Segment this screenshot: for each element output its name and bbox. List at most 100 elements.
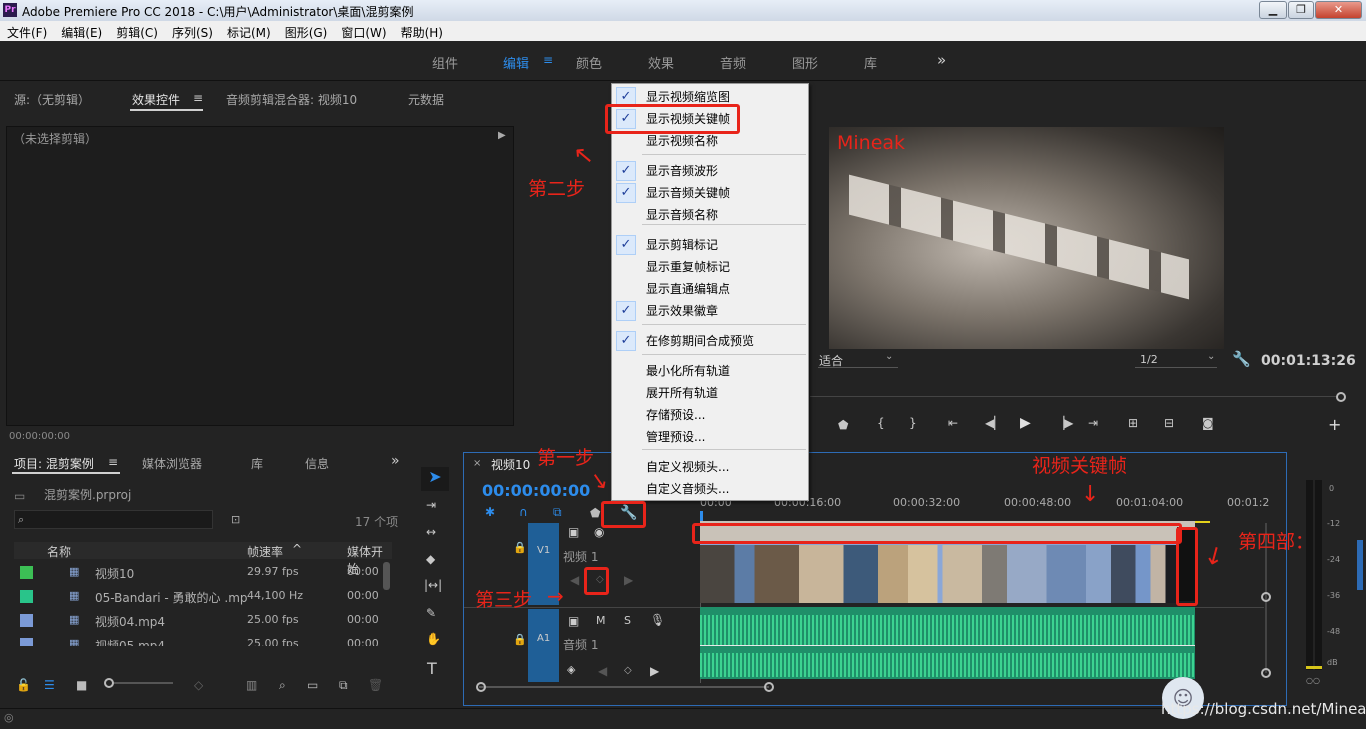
- menu-item[interactable]: 显示效果徽章: [646, 301, 718, 321]
- fit-chevron-icon[interactable]: ⌄: [885, 351, 893, 362]
- go-to-out-icon[interactable]: ⇥: [1088, 416, 1098, 430]
- new-bin-from-search-icon[interactable]: ⊡: [231, 513, 240, 526]
- menu-item[interactable]: 在修剪期间合成预览: [646, 331, 754, 351]
- scroll-right-handle[interactable]: [764, 682, 774, 692]
- menu-clip[interactable]: 剪辑(C): [109, 21, 165, 41]
- add-marker-timeline-icon[interactable]: ⬟: [590, 506, 600, 520]
- workspace-libraries[interactable]: 库: [864, 53, 877, 72]
- menu-item[interactable]: 显示剪辑标记: [646, 235, 718, 255]
- close-button[interactable]: ✕: [1315, 1, 1362, 19]
- sort-ascending-icon[interactable]: ^: [292, 542, 302, 556]
- scroll-left-handle[interactable]: [476, 682, 486, 692]
- project-scrollbar[interactable]: [383, 562, 390, 590]
- workspace-menu-icon[interactable]: ≡: [543, 53, 553, 67]
- expand-arrow-icon[interactable]: ▶: [498, 130, 506, 141]
- timeline-timecode[interactable]: 00:00:00:00: [482, 481, 590, 500]
- icon-view-icon[interactable]: ■: [76, 678, 87, 692]
- tab-effect-controls[interactable]: 效果控件: [132, 91, 180, 108]
- ripple-edit-tool-icon[interactable]: ↔: [426, 525, 436, 539]
- add-marker-icon[interactable]: ⬟: [838, 418, 848, 432]
- menu-item[interactable]: 自定义视频头...: [646, 457, 729, 477]
- audio-clip[interactable]: [700, 607, 1195, 679]
- a1-add-keyframe-icon[interactable]: ◇: [624, 665, 632, 676]
- menu-item[interactable]: 显示重复帧标记: [646, 257, 730, 277]
- step-forward-icon[interactable]: ▕▶: [1055, 416, 1073, 430]
- a1-voiceover-mic-icon[interactable]: 🎙: [650, 613, 665, 627]
- label-color-swatch[interactable]: [20, 590, 33, 603]
- workspace-graphics[interactable]: 图形: [792, 53, 818, 72]
- new-item-icon[interactable]: ⧉: [339, 678, 348, 693]
- workspace-audio[interactable]: 音频: [720, 53, 746, 72]
- table-row[interactable]: ▦ 视频05.mp4 25.00 fps 00:00:0: [14, 634, 380, 646]
- playhead[interactable]: [700, 511, 703, 521]
- menu-item[interactable]: 显示直通编辑点: [646, 279, 730, 299]
- table-row[interactable]: ▦ 视频10 29.97 fps 00:00:0: [14, 562, 380, 584]
- a1-lock-icon[interactable]: 🔒: [513, 633, 527, 646]
- more-workspaces-icon[interactable]: »: [937, 51, 946, 69]
- sequence-tab[interactable]: 视频10: [491, 456, 530, 473]
- mark-out-icon[interactable]: }: [909, 416, 917, 430]
- nest-toggle-icon[interactable]: ✱: [485, 505, 495, 519]
- track-select-tool-icon[interactable]: ⇥: [426, 498, 436, 512]
- list-view-icon[interactable]: ☰: [44, 678, 55, 692]
- v1-sync-lock-icon[interactable]: ▣: [568, 525, 579, 539]
- a1-solo-button[interactable]: S: [624, 614, 631, 627]
- selection-tool-icon[interactable]: ➤: [421, 467, 449, 491]
- a-scroll-handle[interactable]: [1261, 668, 1271, 678]
- menu-file[interactable]: 文件(F): [0, 21, 54, 41]
- lock-icon[interactable]: 🔓: [16, 678, 31, 692]
- trash-icon[interactable]: 🗑: [368, 678, 383, 692]
- play-icon[interactable]: ▶: [1020, 415, 1031, 431]
- tab-menu-icon[interactable]: ≡: [193, 91, 203, 105]
- timeline-scrollbar[interactable]: [479, 686, 769, 688]
- menu-sequence[interactable]: 序列(S): [165, 21, 220, 41]
- lift-icon[interactable]: ⊞: [1128, 416, 1138, 430]
- label-color-swatch[interactable]: [20, 614, 33, 627]
- menu-item[interactable]: 展开所有轨道: [646, 383, 718, 403]
- audio-level-line[interactable]: [700, 645, 1195, 646]
- workspace-editing[interactable]: 编辑: [503, 53, 529, 72]
- a1-mute-button[interactable]: M: [596, 614, 606, 627]
- project-more-tabs-icon[interactable]: »: [391, 453, 400, 469]
- tab-libraries[interactable]: 库: [251, 455, 263, 472]
- menu-edit[interactable]: 编辑(E): [54, 21, 109, 41]
- menu-item[interactable]: 显示音频波形: [646, 161, 718, 181]
- hand-tool-icon[interactable]: ✋: [426, 632, 441, 646]
- a1-sync-lock-icon[interactable]: ▣: [568, 614, 579, 628]
- linked-selection-icon[interactable]: ⧉: [553, 505, 562, 520]
- v1-prev-keyframe-icon[interactable]: ◀: [570, 573, 579, 587]
- label-color-swatch[interactable]: [20, 638, 33, 646]
- razor-tool-icon[interactable]: ◆: [426, 552, 435, 566]
- sort-icon[interactable]: ◇: [194, 678, 203, 692]
- v1-lock-icon[interactable]: 🔒: [513, 541, 527, 554]
- menu-marker[interactable]: 标记(M): [220, 21, 278, 41]
- column-frame-rate[interactable]: 帧速率: [247, 543, 283, 560]
- table-row[interactable]: ▦ 视频04.mp4 25.00 fps 00:00:0: [14, 610, 380, 632]
- snap-icon[interactable]: ∩: [519, 505, 528, 519]
- mark-in-icon[interactable]: {: [877, 416, 885, 430]
- maximize-button[interactable]: ❐: [1288, 1, 1314, 19]
- workspace-color[interactable]: 颜色: [576, 53, 602, 72]
- a1-prev-keyframe-icon[interactable]: ◀: [598, 664, 607, 678]
- solo-meters-icon[interactable]: ○○: [1306, 676, 1320, 685]
- find-icon[interactable]: ⌕: [279, 678, 286, 693]
- slip-tool-icon[interactable]: |↔|: [424, 578, 442, 592]
- a1-target[interactable]: A1: [528, 609, 559, 682]
- program-scrub-bar[interactable]: [810, 396, 1338, 397]
- extract-icon[interactable]: ⊟: [1164, 416, 1174, 430]
- menu-item[interactable]: 显示音频名称: [646, 205, 718, 225]
- tab-metadata[interactable]: 元数据: [408, 91, 444, 108]
- menu-item[interactable]: 显示音频关键帧: [646, 183, 730, 203]
- v1-next-keyframe-icon[interactable]: ▶: [624, 573, 633, 587]
- zoom-slider-handle[interactable]: [104, 678, 114, 688]
- tab-source[interactable]: 源:（无剪辑）: [14, 91, 90, 108]
- zoom-handle-icon[interactable]: [1336, 392, 1346, 402]
- type-tool-icon[interactable]: T: [427, 659, 437, 678]
- workspace-assembly[interactable]: 组件: [432, 53, 458, 72]
- resolution-chevron-icon[interactable]: ⌄: [1207, 351, 1215, 362]
- a1-next-keyframe-icon[interactable]: ▶: [650, 664, 659, 678]
- close-sequence-icon[interactable]: ×: [473, 458, 481, 469]
- menu-item[interactable]: 显示视频名称: [646, 131, 718, 151]
- label-color-swatch[interactable]: [20, 566, 33, 579]
- tab-audio-clip-mixer[interactable]: 音频剪辑混合器: 视频10: [226, 91, 357, 108]
